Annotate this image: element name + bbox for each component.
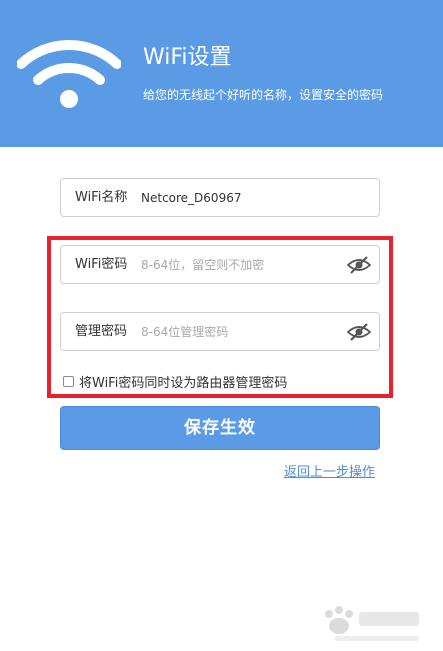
same-password-checkbox[interactable] xyxy=(63,375,74,387)
header: WiFi设置 给您的无线起个好听的名称，设置安全的密码 xyxy=(0,0,443,147)
wifi-name-input[interactable] xyxy=(141,180,361,215)
save-button[interactable]: 保存生效 xyxy=(60,406,380,450)
wifi-password-input[interactable] xyxy=(141,247,341,282)
admin-password-field[interactable]: 管理密码 xyxy=(60,312,380,351)
watermark-logo xyxy=(325,606,419,641)
admin-password-input[interactable] xyxy=(141,314,341,349)
wifi-password-field[interactable]: WiFi密码 xyxy=(60,245,380,284)
back-link[interactable]: 返回上一步操作 xyxy=(284,461,375,480)
page-title: WiFi设置 xyxy=(143,45,232,70)
page-subtitle: 给您的无线起个好听的名称，设置安全的密码 xyxy=(143,88,384,102)
same-password-option[interactable]: 将WiFi密码同时设为路由器管理密码 xyxy=(63,373,288,391)
same-password-label: 将WiFi密码同时设为路由器管理密码 xyxy=(79,375,288,391)
eye-hidden-icon[interactable] xyxy=(347,255,371,275)
wifi-icon xyxy=(17,39,121,108)
admin-password-label: 管理密码 xyxy=(75,324,128,339)
wifi-password-label: WiFi密码 xyxy=(75,257,128,272)
wifi-name-label: WiFi名称 xyxy=(75,190,128,205)
wifi-name-field[interactable]: WiFi名称 xyxy=(60,178,380,217)
eye-hidden-icon[interactable] xyxy=(347,322,371,342)
